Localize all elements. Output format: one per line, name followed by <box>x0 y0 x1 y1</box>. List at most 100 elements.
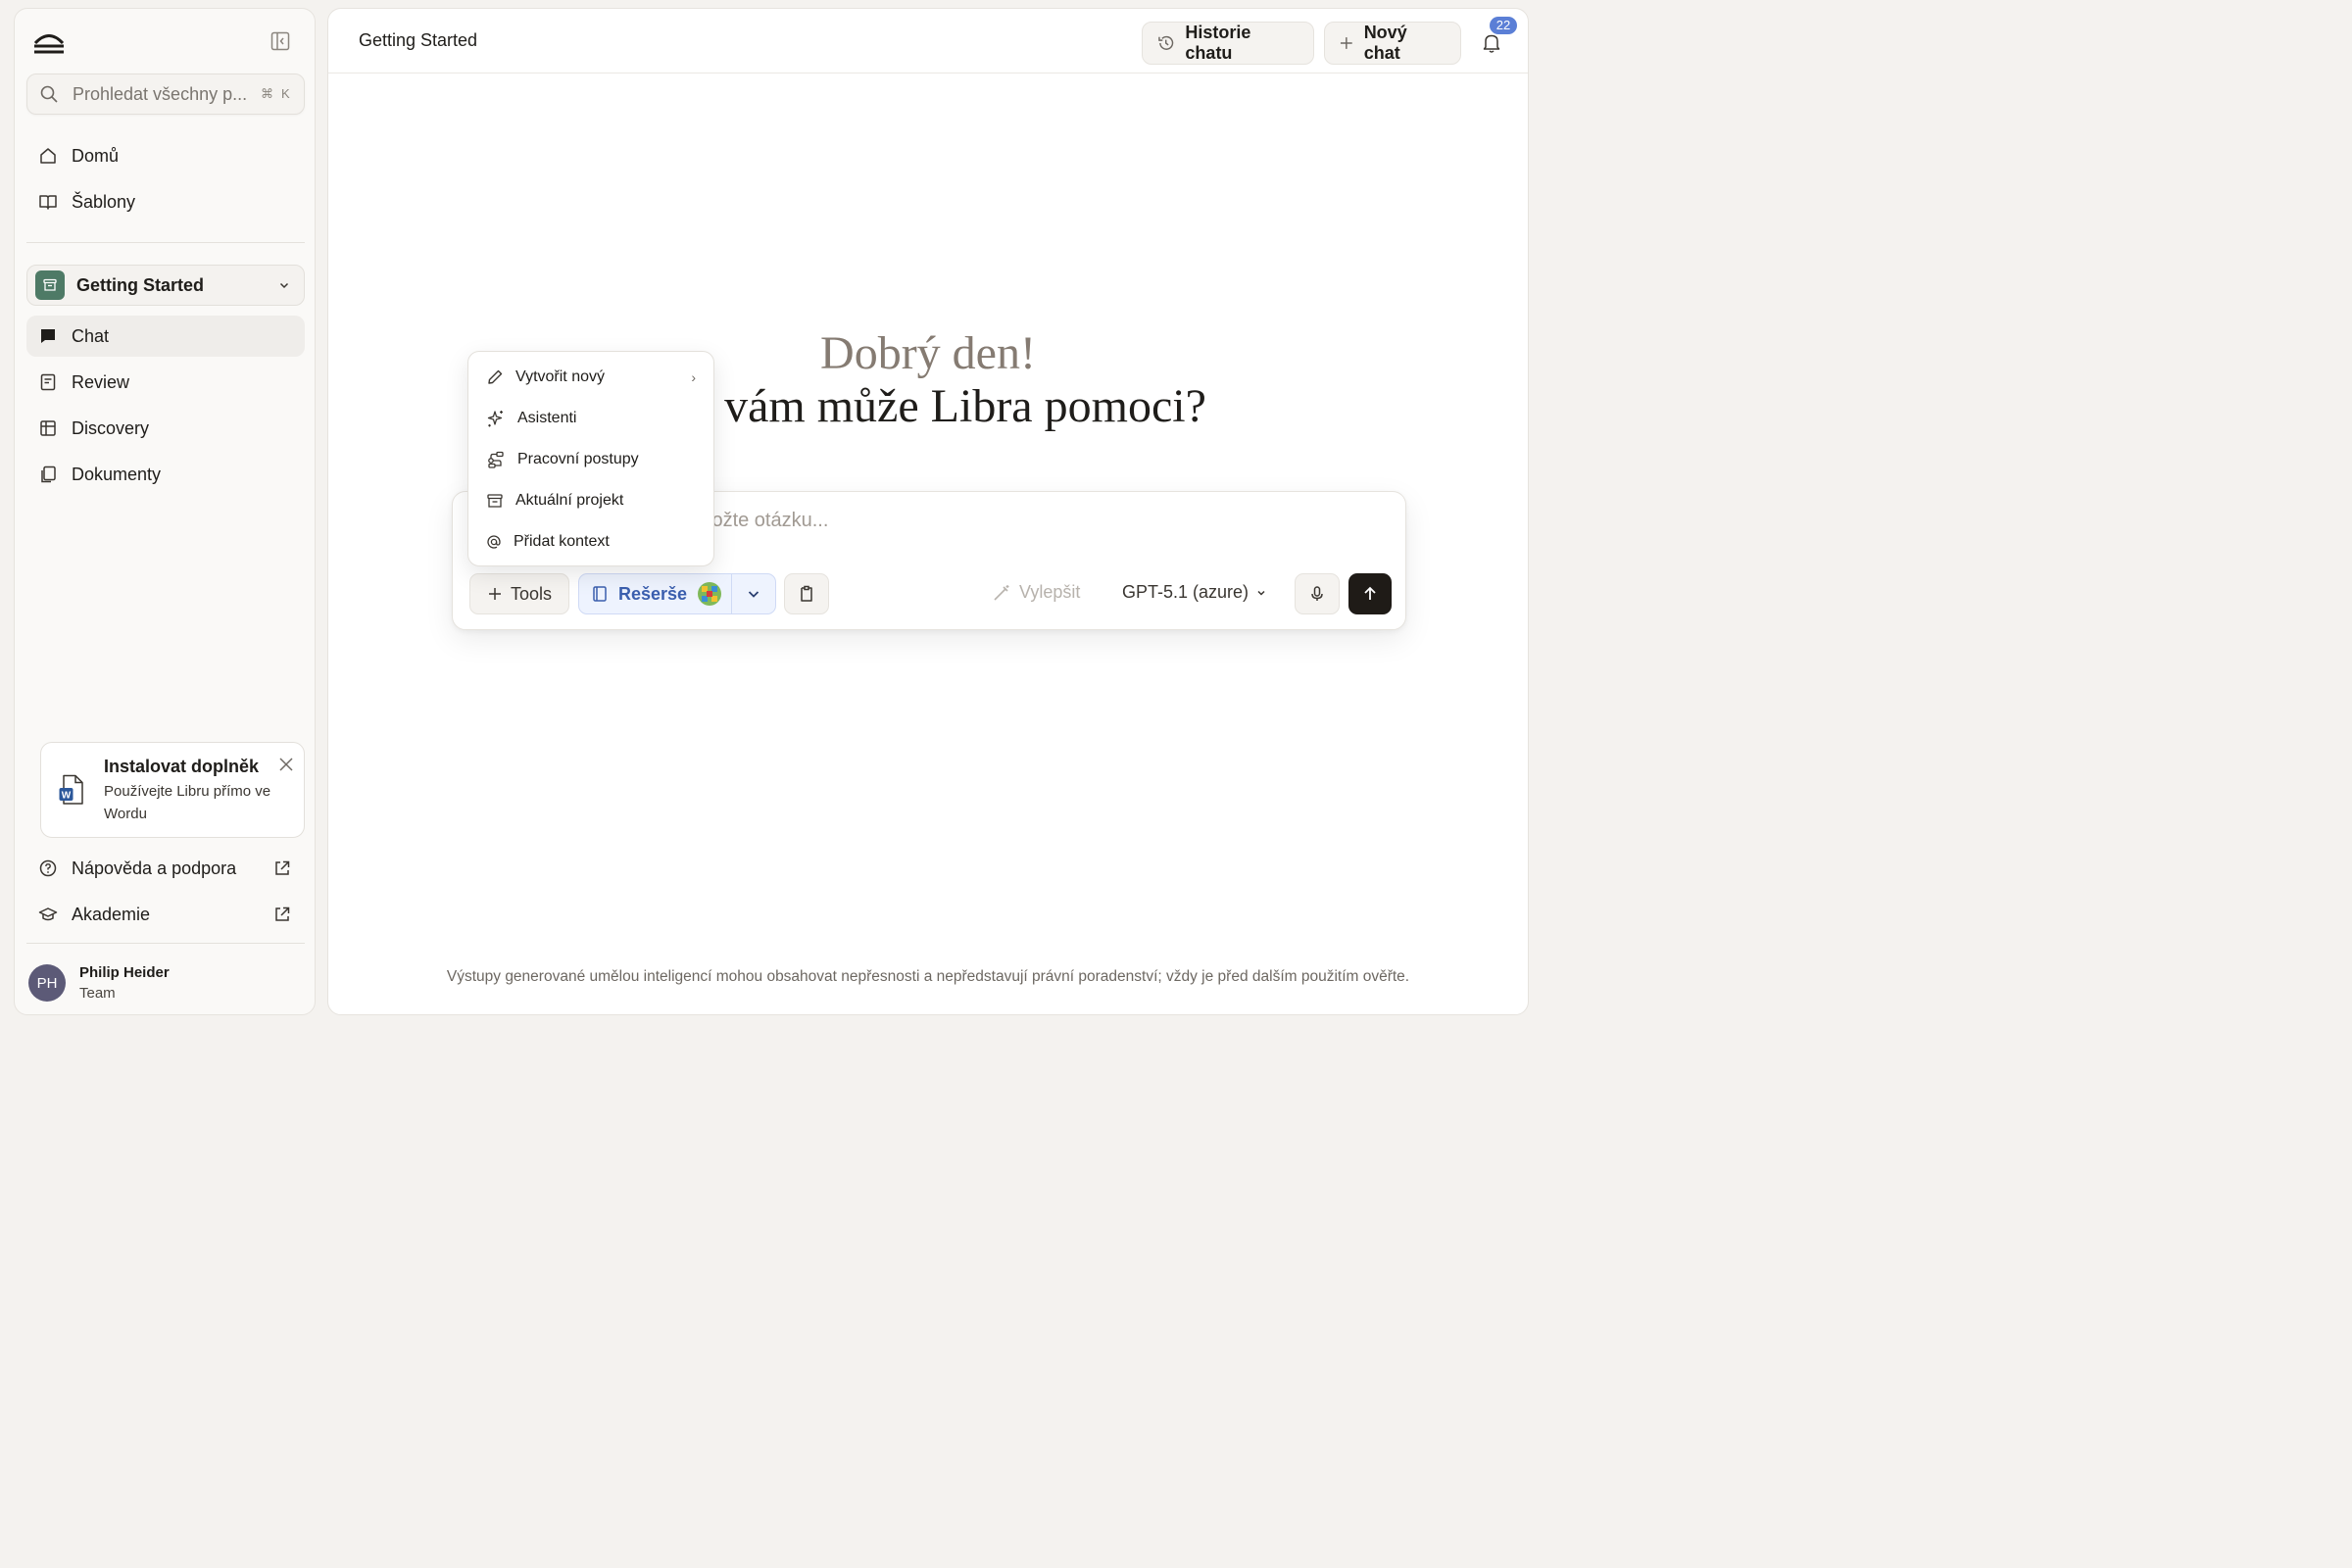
menu-item-add-context[interactable]: Přidat kontext <box>468 521 713 563</box>
search-icon <box>40 85 58 103</box>
home-icon <box>40 148 56 164</box>
menu-item-create-new[interactable]: Vytvořit nový › <box>468 357 713 398</box>
book-icon <box>39 195 57 210</box>
chevron-down-icon <box>279 282 289 289</box>
project-archive-icon <box>35 270 65 300</box>
chat-history-button[interactable]: Historie chatu <box>1142 22 1314 65</box>
menu-item-label: Pracovní postupy <box>517 451 639 467</box>
tools-label: Tools <box>510 583 553 604</box>
page-title: Getting Started <box>359 30 478 50</box>
new-chat-button[interactable]: Nový chat <box>1324 22 1461 65</box>
sidebar-item-label: Chat <box>72 325 110 346</box>
user-name: Philip Heider <box>79 964 170 981</box>
source-logo-icon <box>698 582 722 606</box>
chat-history-label: Historie chatu <box>1185 23 1251 63</box>
menu-item-label: Asistenti <box>517 410 577 426</box>
improve-label: Vylepšit <box>1019 582 1081 602</box>
sidebar-item-label: Domů <box>72 145 120 166</box>
addon-description: Používejte Libru přímo ve Wordu <box>104 783 271 822</box>
sidebar-item-help[interactable]: Nápověda a podpora <box>26 848 305 889</box>
tools-menu: Vytvořit nový › Asistenti Pracovní postu… <box>467 351 714 566</box>
chevron-down-icon <box>748 591 760 598</box>
close-icon[interactable] <box>278 757 294 772</box>
search-input[interactable] <box>73 83 247 105</box>
sidebar-item-label: Review <box>72 371 130 392</box>
research-label: Rešerše <box>618 583 688 604</box>
sidebar-item-academy[interactable]: Akademie <box>26 894 305 935</box>
history-icon <box>1158 35 1174 50</box>
graduation-cap-icon <box>38 907 58 921</box>
sidebar-item-home[interactable]: Domů <box>26 135 305 176</box>
sidebar-item-label: Dokumenty <box>72 464 162 484</box>
sidebar-item-chat[interactable]: Chat <box>26 316 305 357</box>
notification-count-badge: 22 <box>1490 17 1517 34</box>
ai-disclaimer: Výstupy generované umělou inteligencí mo… <box>446 968 1410 985</box>
sidebar-item-discovery[interactable]: Discovery <box>26 408 305 449</box>
chat-icon <box>41 329 55 343</box>
chevron-down-icon <box>1257 590 1265 596</box>
external-link-icon <box>275 860 290 875</box>
new-chat-label: Nový chat <box>1363 23 1407 63</box>
user-profile[interactable]: PH Philip Heider Team <box>28 956 303 1010</box>
send-button[interactable] <box>1348 573 1392 614</box>
avatar: PH <box>28 964 66 1002</box>
word-document-icon: W <box>59 774 83 805</box>
svg-text:W: W <box>62 791 72 802</box>
libra-logo-icon[interactable] <box>32 30 66 56</box>
sidebar-collapse-icon[interactable] <box>270 30 291 52</box>
menu-item-assistants[interactable]: Asistenti <box>468 398 713 439</box>
sidebar-item-label: Akademie <box>72 904 151 924</box>
sparkles-icon <box>487 411 503 427</box>
install-addon-card[interactable]: W Instalovat doplněk Používejte Libru př… <box>40 742 305 838</box>
top-bar: Getting Started Historie chatu Nový chat… <box>328 9 1528 74</box>
sidebar-divider <box>26 943 305 944</box>
magic-wand-icon <box>994 584 1009 601</box>
sidebar-item-label: Discovery <box>72 417 150 438</box>
search-shortcut: ⌘ K <box>261 86 290 102</box>
clipboard-icon <box>801 585 812 602</box>
table-icon <box>40 420 56 436</box>
plus-icon <box>1340 37 1352 49</box>
menu-item-workflows[interactable]: Pracovní postupy <box>468 439 713 480</box>
model-selector[interactable]: GPT-5.1 (azure) <box>1122 582 1266 603</box>
menu-item-current-project[interactable]: Aktuální projekt <box>468 480 713 521</box>
addon-title: Instalovat doplněk <box>104 757 260 776</box>
search-box[interactable]: ⌘ K <box>26 74 305 115</box>
project-name: Getting Started <box>76 274 205 295</box>
sidebar-item-review[interactable]: Review <box>26 362 305 403</box>
archive-icon <box>487 494 503 508</box>
documents-icon <box>41 466 56 483</box>
menu-item-label: Přidat kontext <box>514 533 610 550</box>
microphone-icon <box>1311 586 1323 601</box>
menu-item-label: Vytvořit nový <box>515 368 605 385</box>
research-dropdown[interactable] <box>732 574 775 613</box>
sidebar-item-templates[interactable]: Šablony <box>26 181 305 222</box>
model-label: GPT-5.1 (azure) <box>1122 582 1250 602</box>
tools-button[interactable]: Tools <box>469 573 569 614</box>
review-icon <box>40 373 56 391</box>
help-icon <box>39 859 57 877</box>
project-selector[interactable]: Getting Started <box>26 265 305 306</box>
improve-button[interactable]: Vylepšit <box>992 582 1080 603</box>
clipboard-button[interactable] <box>784 573 829 614</box>
external-link-icon <box>275 906 290 921</box>
greeting-subtitle-text: vám může Libra pomoci? <box>724 380 1206 432</box>
menu-item-label: Aktuální projekt <box>515 492 624 509</box>
sidebar-item-label: Šablony <box>72 191 136 212</box>
sidebar-item-label: Nápověda a podpora <box>72 858 237 878</box>
plus-icon <box>488 588 501 600</box>
shortcut-cmd: ⌘ <box>261 86 273 101</box>
sidebar: ⌘ K Domů Šablony Getting Started <box>14 8 316 1015</box>
book-icon <box>593 586 607 602</box>
user-role: Team <box>79 985 116 1002</box>
arrow-up-icon <box>1364 586 1376 600</box>
research-mode-toggle[interactable]: Rešerše <box>579 574 731 613</box>
microphone-button[interactable] <box>1295 573 1340 614</box>
pencil-icon <box>488 369 503 384</box>
sidebar-item-documents[interactable]: Dokumenty <box>26 454 305 495</box>
workflow-icon <box>488 451 504 468</box>
at-icon <box>487 535 501 549</box>
chevron-right-icon: › <box>691 369 696 385</box>
shortcut-key: K <box>281 86 290 101</box>
research-mode-button[interactable]: Rešerše <box>578 573 776 614</box>
